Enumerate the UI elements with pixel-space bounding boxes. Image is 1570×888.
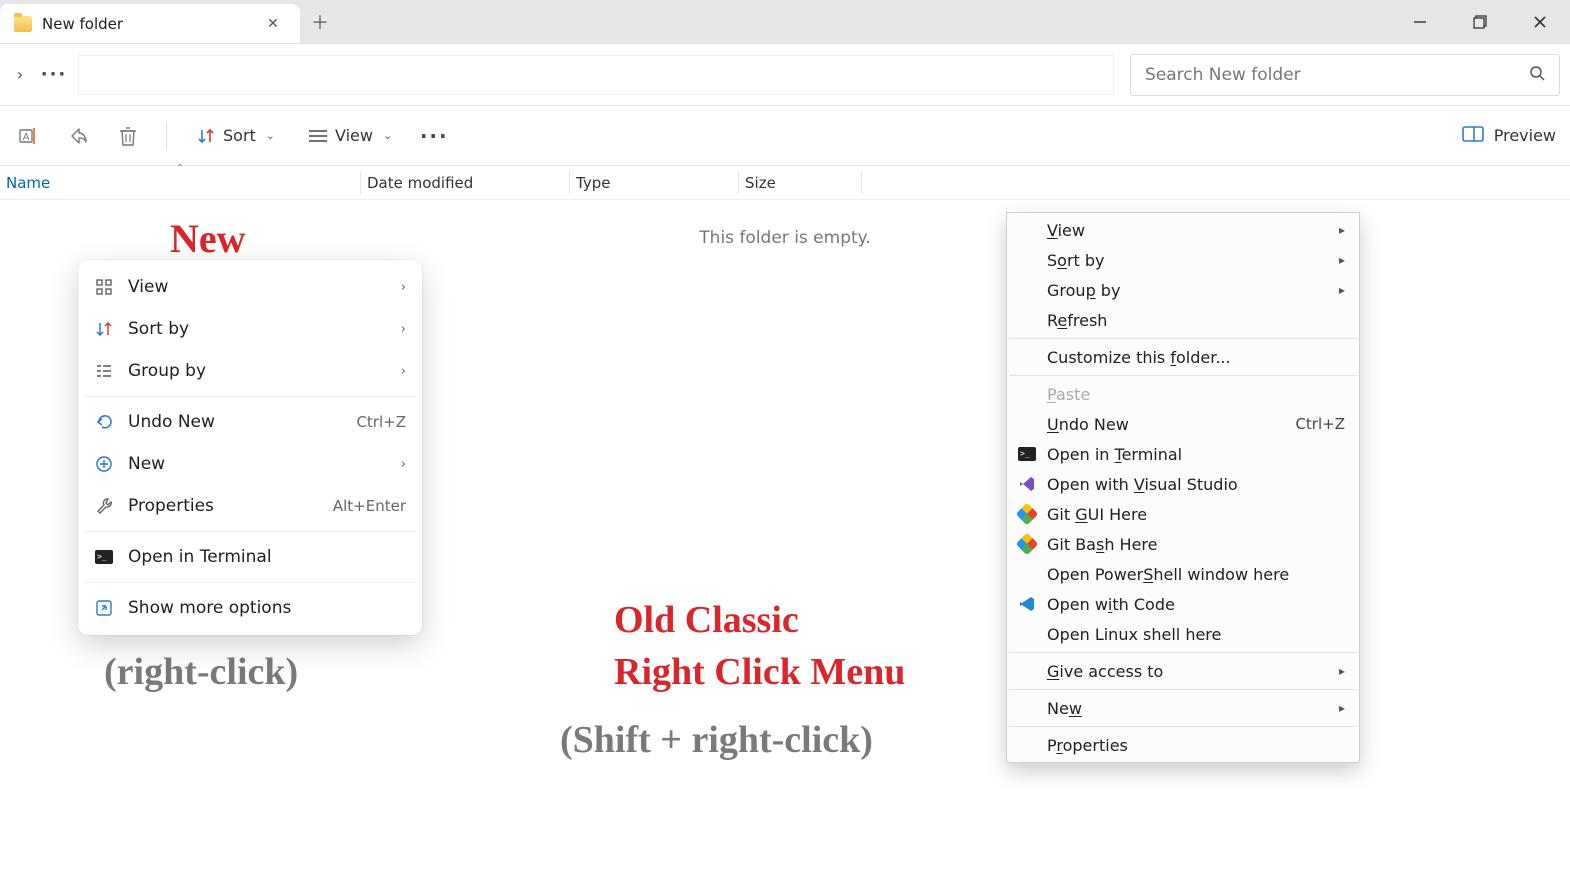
toolbar: A Sort ⌄ View ⌄ ··· Preview [0, 106, 1570, 166]
more-options-button[interactable]: ··· [420, 122, 448, 150]
share-button[interactable] [64, 122, 92, 150]
annotation-new: New [170, 215, 246, 262]
context-menu-classic: View▸ Sort by▸ Group by▸ Refresh Customi… [1006, 212, 1360, 763]
menu-item-undo-new[interactable]: Undo New Ctrl+Z [78, 401, 422, 443]
menu-divider [1009, 338, 1357, 339]
maximize-button[interactable] [1450, 0, 1510, 43]
chevron-down-icon: ⌄ [266, 129, 275, 142]
svg-text:A: A [23, 132, 30, 143]
menu-item-show-more[interactable]: Show more options [78, 587, 422, 629]
wrench-icon [94, 496, 114, 516]
classic-item-refresh[interactable]: Refresh [1007, 305, 1359, 335]
classic-item-git-gui[interactable]: Git GUI Here [1007, 499, 1359, 529]
minimize-button[interactable] [1390, 0, 1450, 43]
group-icon [94, 361, 114, 381]
classic-item-properties[interactable]: Properties [1007, 730, 1359, 760]
menu-divider [1009, 375, 1357, 376]
classic-item-open-powershell[interactable]: Open PowerShell window here [1007, 559, 1359, 589]
chevron-right-icon: › [401, 457, 406, 472]
classic-item-open-code[interactable]: Open with Code [1007, 589, 1359, 619]
column-type[interactable]: Type [570, 166, 738, 199]
classic-item-git-bash[interactable]: Git Bash Here [1007, 529, 1359, 559]
sort-caret-icon: ⌃ [176, 163, 184, 174]
terminal-icon [1011, 447, 1043, 461]
tab-bar: New folder ✕ ＋ [0, 0, 1570, 44]
new-tab-button[interactable]: ＋ [300, 0, 340, 43]
classic-item-new[interactable]: New▸ [1007, 693, 1359, 723]
git-icon [1011, 536, 1043, 552]
list-icon [309, 129, 327, 143]
classic-item-give-access[interactable]: Give access to▸ [1007, 656, 1359, 686]
recent-locations-button[interactable]: ··· [40, 61, 68, 89]
sort-button[interactable]: Sort ⌄ [191, 122, 281, 149]
column-size[interactable]: Size [739, 166, 861, 199]
menu-item-group-by[interactable]: Group by › [78, 350, 422, 392]
menu-divider [84, 396, 416, 397]
grid-icon [94, 277, 114, 297]
classic-item-customize[interactable]: Customize this folder... [1007, 342, 1359, 372]
view-button[interactable]: View ⌄ [303, 122, 398, 149]
search-icon [1529, 65, 1545, 85]
delete-button[interactable] [114, 122, 142, 150]
classic-item-undo-new[interactable]: Undo NewCtrl+Z [1007, 409, 1359, 439]
terminal-icon [94, 547, 114, 567]
tab-title: New folder [42, 15, 254, 33]
close-window-button[interactable] [1510, 0, 1570, 43]
chevron-down-icon: ⌄ [383, 129, 392, 142]
visual-studio-icon [1011, 476, 1043, 492]
menu-item-open-terminal[interactable]: Open in Terminal [78, 536, 422, 578]
preview-label: Preview [1494, 126, 1556, 145]
expand-icon [94, 598, 114, 618]
column-name[interactable]: Name ⌃ [0, 166, 360, 199]
annotation-new-sub: (right-click) [104, 650, 298, 694]
classic-item-open-linux[interactable]: Open Linux shell here [1007, 619, 1359, 649]
search-placeholder: Search New folder [1145, 65, 1529, 85]
menu-divider [1009, 652, 1357, 653]
folder-icon [14, 16, 32, 32]
menu-item-new[interactable]: New › [78, 443, 422, 485]
menu-divider [1009, 689, 1357, 690]
view-label: View [335, 126, 373, 145]
address-bar[interactable] [78, 55, 1114, 95]
preview-toggle[interactable]: Preview [1462, 126, 1556, 146]
menu-item-view[interactable]: View › [78, 266, 422, 308]
search-input[interactable]: Search New folder [1130, 54, 1560, 96]
chevron-right-icon: › [401, 364, 406, 379]
close-tab-button[interactable]: ✕ [264, 16, 282, 32]
menu-item-properties[interactable]: Properties Alt+Enter [78, 485, 422, 527]
classic-item-paste: Paste [1007, 379, 1359, 409]
toolbar-separator [166, 122, 167, 150]
preview-icon [1462, 126, 1484, 146]
menu-divider [1009, 726, 1357, 727]
menu-item-sort-by[interactable]: Sort by › [78, 308, 422, 350]
git-icon [1011, 506, 1043, 522]
plus-circle-icon [94, 454, 114, 474]
context-menu-new: View › Sort by › Group by › Undo New Ctr… [78, 260, 422, 635]
sort-icon [94, 319, 114, 339]
annotation-classic-2: Right Click Menu [614, 650, 905, 694]
vscode-icon [1011, 596, 1043, 612]
undo-icon [94, 412, 114, 432]
classic-item-open-vs[interactable]: Open with Visual Studio [1007, 469, 1359, 499]
rename-button[interactable]: A [14, 122, 42, 150]
annotation-classic-1: Old Classic [614, 598, 799, 642]
column-headers: Name ⌃ Date modified Type Size [0, 166, 1570, 200]
window-controls [1390, 0, 1570, 43]
classic-item-group-by[interactable]: Group by▸ [1007, 275, 1359, 305]
classic-item-sort-by[interactable]: Sort by▸ [1007, 245, 1359, 275]
chevron-right-icon: › [401, 322, 406, 337]
sort-label: Sort [223, 126, 256, 145]
chevron-right-icon: › [401, 280, 406, 295]
classic-item-view[interactable]: View▸ [1007, 215, 1359, 245]
address-search-row: › ··· Search New folder [0, 44, 1570, 106]
classic-item-open-terminal[interactable]: Open in Terminal [1007, 439, 1359, 469]
active-tab[interactable]: New folder ✕ [0, 4, 300, 43]
sort-icon [197, 127, 215, 145]
empty-folder-label: This folder is empty. [699, 228, 870, 248]
column-date[interactable]: Date modified [361, 166, 569, 199]
menu-divider [84, 582, 416, 583]
nav-forward-icon[interactable]: › [10, 65, 30, 85]
menu-divider [84, 531, 416, 532]
annotation-classic-sub: (Shift + right-click) [560, 718, 873, 762]
